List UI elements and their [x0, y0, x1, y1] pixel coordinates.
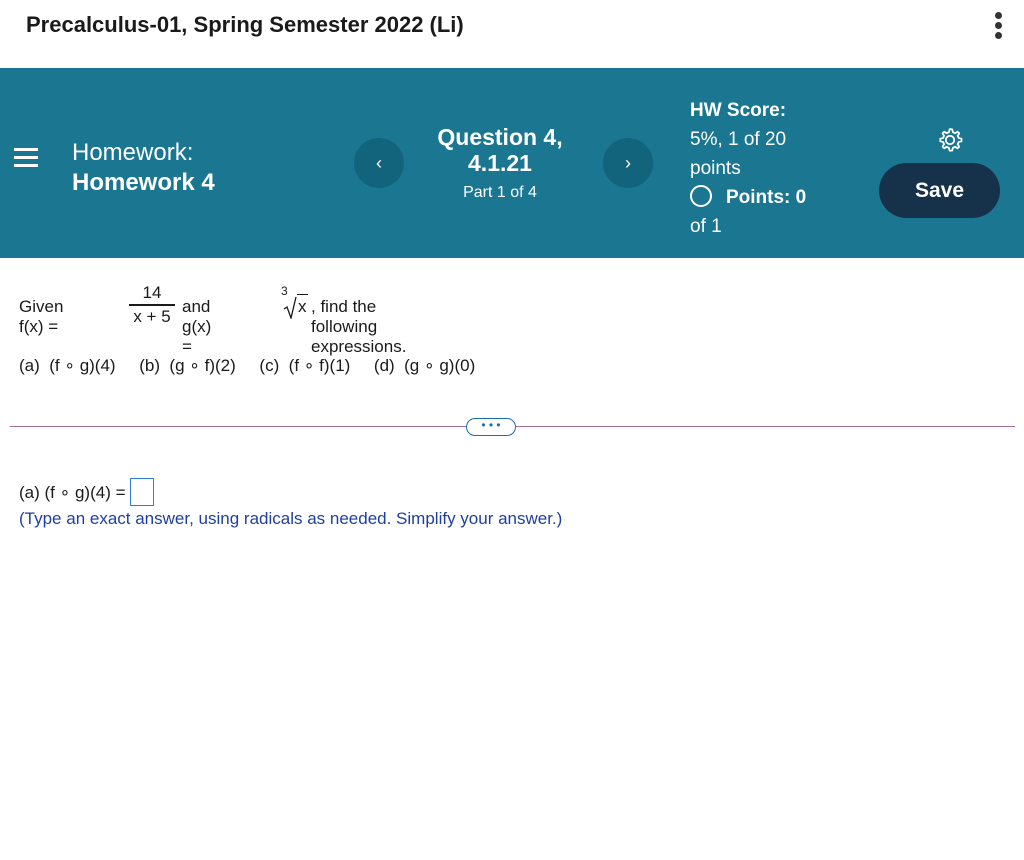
homework-header: Homework: Homework 4 ‹ Question 4, 4.1.2…: [0, 68, 1024, 258]
settings-gear-icon[interactable]: [936, 126, 964, 154]
fraction-denominator: x + 5: [133, 306, 171, 326]
answer-hint: (Type an exact answer, using radicals as…: [19, 509, 563, 528]
homework-name: Homework 4: [72, 169, 215, 196]
question-info: Question 4, 4.1.21 Part 1 of 4: [410, 124, 590, 202]
question-parts: (a) (f ∘ g)(4) (b) (g ∘ f)(2) (c) (f ∘ f…: [19, 356, 476, 375]
points-line: Points: 0: [690, 183, 806, 212]
hw-score-label: HW Score:: [690, 100, 787, 121]
points-status-icon: [690, 185, 712, 207]
answer-input[interactable]: [129, 478, 154, 506]
more-options-icon[interactable]: [992, 12, 1004, 44]
hw-score-value: 5%, 1 of 20: [690, 129, 787, 150]
question-number: 4.1.21: [468, 150, 532, 176]
points-of: of 1: [690, 216, 722, 237]
fraction-numerator: 14: [142, 283, 162, 302]
menu-icon[interactable]: [14, 148, 38, 172]
title-bar: Precalculus-01, Spring Semester 2022 (Li…: [0, 0, 1024, 68]
previous-question-button[interactable]: ‹: [354, 138, 404, 188]
answer-prompt: (a) (f ∘ g)(4) =: [19, 483, 126, 502]
homework-label: Homework:: [72, 139, 194, 166]
given-label: Given f(x) =: [19, 297, 64, 336]
hw-score-unit: points: [690, 158, 741, 179]
course-title: Precalculus-01, Spring Semester 2022 (Li…: [26, 12, 464, 37]
answer-row: (a) (f ∘ g)(4) =: [19, 478, 154, 506]
and-g-label: and g(x) =: [182, 297, 212, 356]
fraction-f: 14 x + 5: [129, 283, 175, 327]
points-label: Points: 0: [726, 187, 807, 208]
radical-sign-icon: [283, 296, 297, 319]
question-rest: , find the following expressions.: [311, 297, 407, 356]
next-question-button[interactable]: ›: [603, 138, 653, 188]
root-radicand: x: [297, 294, 308, 317]
question-part: Part 1 of 4: [463, 184, 537, 201]
save-button[interactable]: Save: [879, 163, 1000, 218]
question-title: Question 4,: [437, 124, 563, 150]
hw-score: HW Score: 5%, 1 of 20 points Points: 0 o…: [690, 96, 806, 241]
expand-more-button[interactable]: • • •: [466, 418, 516, 436]
